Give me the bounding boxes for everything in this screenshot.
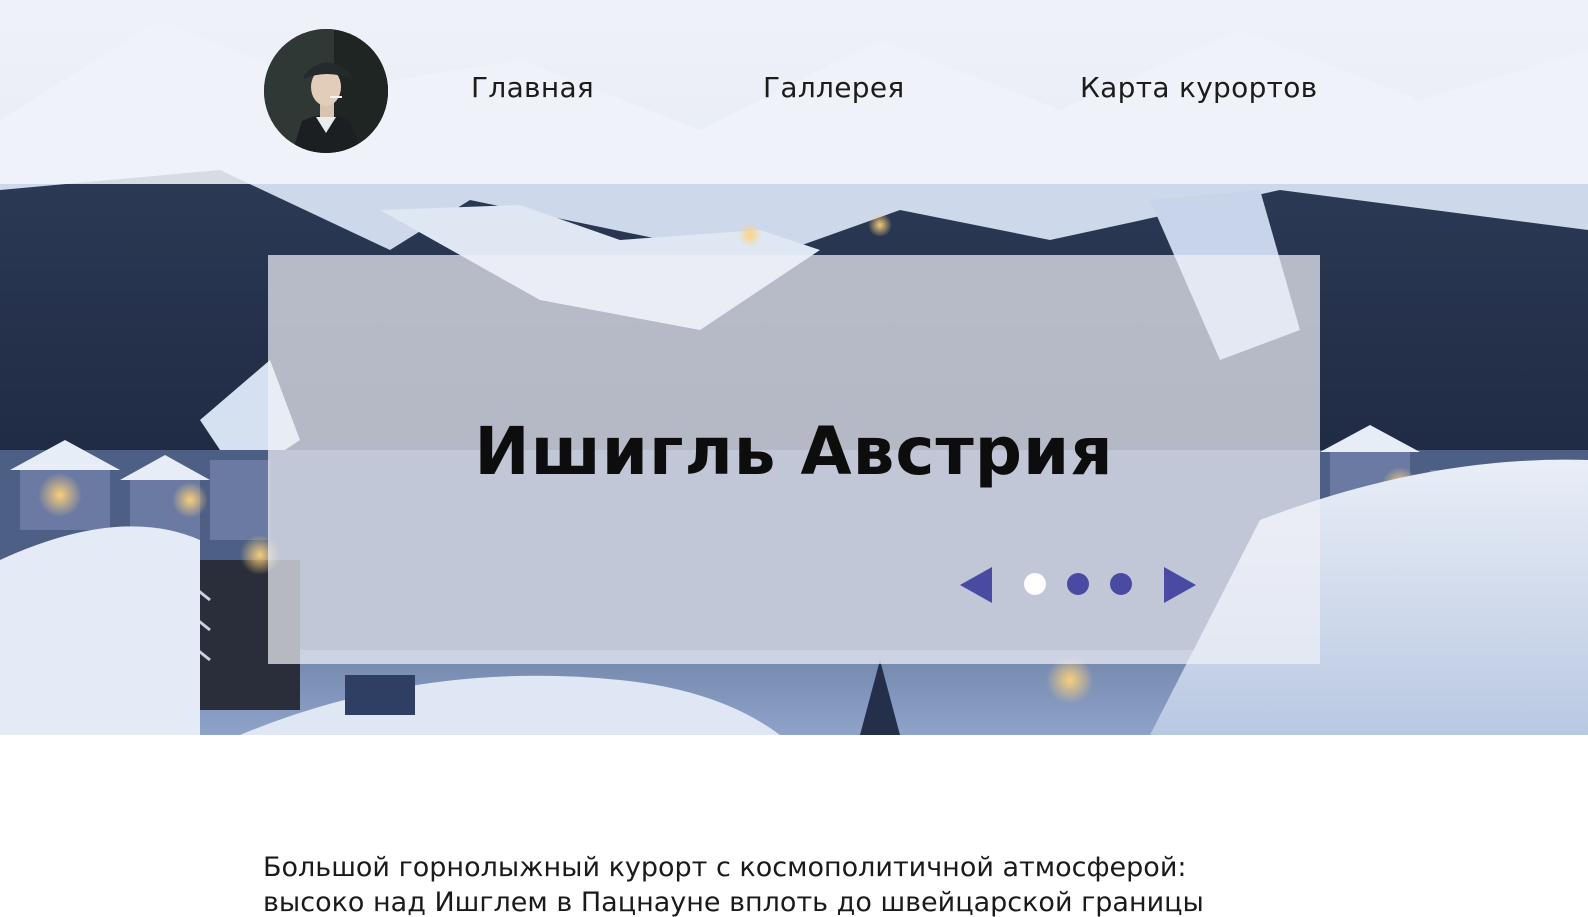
resort-description: Большой горнолыжный курорт с космополити… (263, 850, 1353, 917)
slider-next-button[interactable] (1162, 565, 1198, 605)
description-line: Большой горнолыжный курорт с космополити… (263, 852, 1187, 883)
slider-dot-1[interactable] (1024, 573, 1046, 595)
page: Главная Галлерея Карта курортов Ишигль А… (0, 0, 1588, 917)
triangle-right-icon (1164, 567, 1196, 603)
site-header: Главная Галлерея Карта курортов (0, 0, 1588, 184)
slider-prev-button[interactable] (958, 565, 994, 605)
slide-title: Ишигль Австрия (474, 413, 1114, 490)
avatar-portrait-image (264, 29, 388, 153)
triangle-left-icon (960, 567, 992, 603)
nav-link-resort-map[interactable]: Карта курортов (1080, 71, 1317, 104)
slider-dot-2[interactable] (1067, 573, 1089, 595)
description-line: высоко над Ишглем в Пацнауне вплоть до ш… (263, 887, 1204, 917)
slider-panel: Ишигль Австрия (268, 255, 1320, 664)
user-avatar-icon[interactable] (264, 29, 388, 153)
slider-dot-3[interactable] (1110, 573, 1132, 595)
nav-link-gallery[interactable]: Галлерея (763, 71, 905, 104)
nav-link-home[interactable]: Главная (471, 71, 594, 104)
